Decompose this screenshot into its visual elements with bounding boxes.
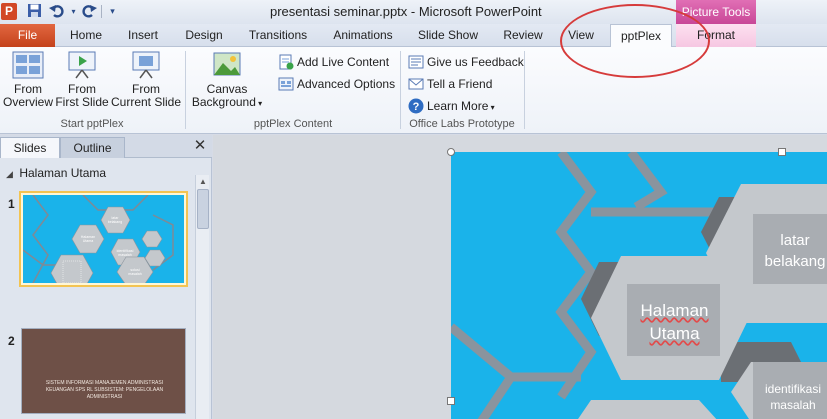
from-first-slide-line2: First Slide [55, 95, 109, 109]
from-current-slide-line2: Current Slide [110, 95, 182, 109]
add-live-content-icon [278, 54, 294, 70]
learn-more-label: Learn More ▾ [427, 99, 495, 113]
overview-slides-icon [12, 51, 44, 79]
learn-more-button[interactable]: ? Learn More ▾ [408, 97, 500, 115]
tell-a-friend-label: Tell a Friend [427, 77, 493, 91]
tell-friend-icon [408, 76, 424, 92]
group-label-pptplex-content: pptPlex Content [253, 118, 333, 130]
powerpoint-app-icon[interactable]: P [1, 3, 17, 20]
slide-editing-area: latar belakang Halaman Utama identifikas… [213, 135, 827, 419]
selection-handle[interactable] [447, 148, 455, 156]
from-overview-button[interactable]: From Overview [2, 51, 54, 109]
slide-thumbnail-2[interactable]: Sistem informasi manajemen administrasi … [21, 328, 186, 414]
slide-number: 2 [8, 334, 15, 348]
current-slide[interactable]: latar belakang Halaman Utama identifikas… [451, 152, 827, 419]
group-separator [524, 51, 525, 129]
tab-format[interactable]: Format [676, 24, 756, 47]
tab-insert[interactable]: Insert [118, 24, 168, 47]
group-label-start-pptplex: Start pptPlex [60, 118, 124, 130]
slide-thumbnail-2-caption: Sistem informasi manajemen administrasi … [45, 380, 164, 400]
projector-current-icon [130, 51, 162, 79]
slide-number: 1 [8, 197, 15, 211]
hexagon-text: identifikasi masalah [764, 382, 822, 412]
svg-text:belakang: belakang [108, 220, 123, 224]
svg-text:masalah: masalah [118, 253, 132, 257]
tab-outline[interactable]: Outline [60, 137, 125, 158]
slides-pane-scrollbar[interactable]: ▲ [195, 175, 209, 419]
selection-handle[interactable] [778, 148, 786, 156]
tab-transitions[interactable]: Transitions [242, 24, 314, 47]
tab-slide-show[interactable]: Slide Show [413, 24, 483, 47]
canvas-background-line2: Background ▾ [191, 95, 263, 109]
hexagon-text: Halaman Utama [640, 301, 709, 343]
tab-design[interactable]: Design [178, 24, 230, 47]
tell-a-friend-button[interactable]: Tell a Friend [408, 75, 498, 93]
window-title: presentasi seminar.pptx - Microsoft Powe… [270, 4, 542, 19]
advanced-options-label: Advanced Options [297, 77, 396, 91]
tab-file[interactable]: File [0, 24, 55, 47]
feedback-icon [408, 54, 424, 70]
title-bar: P ▾ ▾ presentasi seminar.pptx - Microsof… [0, 0, 827, 24]
add-live-content-button[interactable]: Add Live Content [278, 53, 390, 71]
from-first-slide-button[interactable]: From First Slide [54, 51, 110, 109]
selection-handle[interactable] [447, 397, 455, 405]
qat-separator [101, 5, 102, 18]
from-overview-line2: Overview [2, 95, 53, 109]
redo-icon[interactable] [80, 3, 97, 20]
help-icon: ? [408, 98, 424, 114]
scroll-up-icon[interactable]: ▲ [197, 176, 209, 188]
advanced-options-icon [278, 76, 294, 92]
svg-text:Utama: Utama [83, 239, 94, 243]
tab-pptplex[interactable]: pptPlex [610, 24, 672, 48]
from-current-slide-button[interactable]: From Current Slide [110, 51, 182, 109]
slide-thumbnail-1[interactable]: latar belakang Halaman Utama identifikasi m… [19, 191, 188, 287]
canvas-background-button[interactable]: Canvas Background ▾ [189, 51, 265, 110]
save-icon[interactable] [26, 3, 43, 20]
ribbon-pptplex: From Overview From First Slide From Curr… [0, 47, 827, 134]
give-us-feedback-button[interactable]: Give us Feedback [408, 53, 524, 71]
tab-slides[interactable]: Slides [0, 137, 60, 158]
customize-qat-icon[interactable]: ▾ [104, 3, 121, 20]
section-header[interactable]: ◢ Halaman Utama [0, 164, 195, 182]
svg-text:masalah: masalah [128, 272, 142, 276]
ribbon-tab-row: File Home Insert Design Transitions Anim… [0, 24, 827, 48]
slide-thumbnail-1-image: latar belakang Halaman Utama identifikasi m… [23, 195, 184, 283]
group-label-office-labs-prototype: Office Labs Prototype [409, 118, 515, 130]
svg-text:?: ? [413, 101, 420, 113]
give-us-feedback-label: Give us Feedback [427, 55, 524, 69]
hexagon-text: latar belakang [764, 232, 826, 270]
picture-tools-context-label: Picture Tools [676, 0, 756, 24]
collapse-triangle-icon[interactable]: ◢ [6, 165, 16, 183]
tab-review[interactable]: Review [498, 24, 548, 47]
slides-pane: Slides Outline ✕ ◢ Halaman Utama 1 latar… [0, 135, 212, 419]
advanced-options-button[interactable]: Advanced Options [278, 75, 396, 93]
close-icon[interactable]: ✕ [193, 138, 207, 154]
section-title: Halaman Utama [19, 166, 107, 180]
tab-animations[interactable]: Animations [328, 24, 398, 47]
canvas-background-icon [211, 51, 243, 79]
pane-tabs: Slides Outline ✕ [0, 135, 212, 158]
projector-play-icon [66, 51, 98, 79]
slide-graphic [451, 152, 827, 419]
add-live-content-label: Add Live Content [297, 55, 390, 69]
tab-home[interactable]: Home [62, 24, 110, 47]
scrollbar-thumb[interactable] [197, 189, 209, 229]
undo-icon[interactable] [48, 3, 65, 20]
tab-view[interactable]: View [560, 24, 602, 47]
